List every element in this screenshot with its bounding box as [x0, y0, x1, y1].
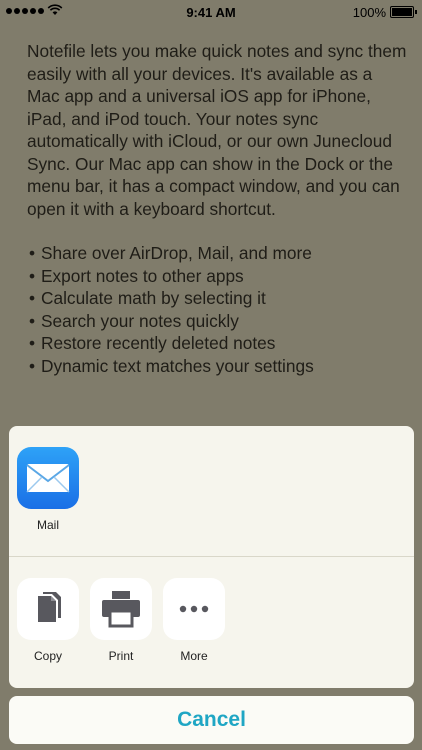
- status-bar: 9:41 AM 100%: [0, 0, 422, 24]
- action-label: Copy: [33, 649, 62, 663]
- action-print[interactable]: Print: [90, 578, 152, 663]
- mail-icon: [17, 447, 79, 509]
- share-app-label: Mail: [36, 518, 59, 532]
- battery-icon: [390, 6, 417, 18]
- feature-item: Dynamic text matches your settings: [27, 355, 407, 378]
- feature-item: Export notes to other apps: [27, 265, 407, 288]
- action-label: More: [180, 649, 208, 663]
- feature-list: Share over AirDrop, Mail, and more Expor…: [27, 242, 407, 377]
- note-content: Notefile lets you make quick notes and s…: [27, 40, 407, 377]
- feature-item: Share over AirDrop, Mail, and more: [27, 242, 407, 265]
- action-copy[interactable]: Copy: [17, 578, 79, 663]
- more-icon: [163, 578, 225, 640]
- share-app-mail[interactable]: Mail: [17, 447, 79, 532]
- action-label: Print: [108, 649, 134, 663]
- copy-icon: [17, 578, 79, 640]
- feature-item: Calculate math by selecting it: [27, 287, 407, 310]
- print-icon: [90, 578, 152, 640]
- feature-item: Restore recently deleted notes: [27, 332, 407, 355]
- share-sheet: Mail Copy Print More: [9, 426, 414, 688]
- cancel-button[interactable]: Cancel: [9, 696, 414, 744]
- note-paragraph: Notefile lets you make quick notes and s…: [27, 41, 407, 219]
- battery-percentage: 100%: [352, 5, 386, 20]
- sheet-divider: [9, 556, 414, 557]
- feature-item: Search your notes quickly: [27, 310, 407, 333]
- action-more[interactable]: More: [163, 578, 225, 663]
